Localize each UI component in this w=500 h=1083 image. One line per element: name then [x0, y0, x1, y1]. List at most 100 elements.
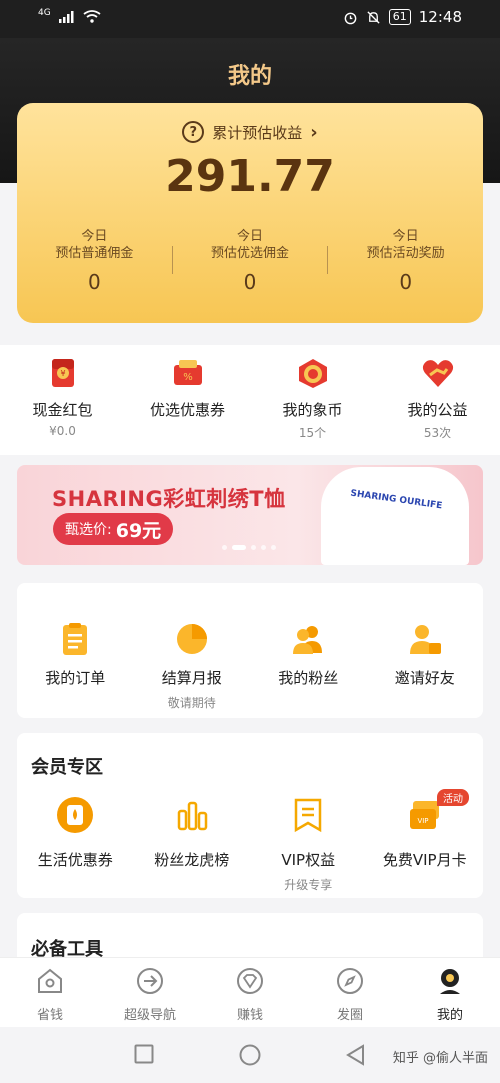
earnings-label-row[interactable]: ? 累计预估收益 › [17, 121, 483, 143]
bottom-tab-bar: 省钱 超级导航 赚钱 发圈 我的 [0, 957, 500, 1027]
tab-post[interactable]: 发圈 [300, 958, 400, 1027]
earnings-columns: 今日 预估普通佣金 0 今日 预估优选佣金 0 今日 预估活动奖励 0 [17, 228, 483, 294]
mute-bell-icon [367, 10, 380, 24]
page-title: 我的 [227, 64, 272, 89]
member-label: VIP权益 [281, 851, 336, 869]
orders-label: 邀请好友 [394, 669, 455, 687]
battery-indicator: 61 [388, 9, 411, 25]
home-icon [38, 968, 62, 993]
question-icon[interactable]: ? [182, 121, 205, 143]
vip-bookmark-icon [295, 798, 322, 833]
member-item-vip-rights[interactable]: VIP权益 升级专享 [250, 795, 367, 893]
signal-icon [58, 10, 74, 23]
activity-badge: 活动 [437, 789, 469, 806]
earnings-col-day: 今日 [237, 229, 264, 244]
tab-label: 我的 [436, 1008, 463, 1023]
tab-mine[interactable]: 我的 [400, 958, 500, 1027]
back-triangle-icon[interactable] [345, 1044, 365, 1066]
tab-label: 省钱 [36, 1008, 63, 1023]
tab-save-money[interactable]: 省钱 [0, 958, 100, 1027]
tab-label: 超级导航 [123, 1008, 176, 1023]
fans-icon [293, 626, 323, 654]
carousel-dots [222, 545, 276, 550]
member-item-life-coupon[interactable]: 生活优惠券 [17, 795, 134, 893]
orders-item-monthly-report[interactable]: 结算月报 敬请期待 [134, 583, 251, 718]
earnings-col-label: 预估优选佣金 [211, 246, 290, 261]
orders-section: 我的订单 结算月报 敬请期待 我的粉丝 邀请好友 [17, 583, 483, 718]
carousel-dot[interactable] [261, 545, 266, 550]
banner-title: SHARING彩虹刺绣T恤 [52, 487, 286, 511]
price-pill: 甄选价: 69元 [53, 513, 174, 545]
red-envelope-icon: ¥ [51, 359, 74, 387]
wallet-sub: 15个 [298, 426, 327, 440]
member-item-ranking[interactable]: 粉丝龙虎榜 [134, 795, 251, 893]
member-label: 免费VIP月卡 [382, 851, 467, 869]
tools-section: 必备工具 [17, 913, 483, 963]
member-section: 会员专区 生活优惠券 粉丝龙虎榜 VIP权益 升级专享 活动 VIP 免费VIP… [17, 733, 483, 898]
network-type: 4G [38, 7, 51, 18]
ranking-bars-icon [177, 801, 207, 831]
price-label: 甄选价: [65, 522, 112, 538]
price-value: 69元 [115, 519, 162, 542]
earnings-col-preferred: 今日 预估优选佣金 0 [173, 228, 328, 294]
orders-label: 结算月报 [161, 669, 222, 687]
wallet-label: 优选优惠券 [149, 401, 225, 419]
carousel-dot[interactable] [222, 545, 227, 550]
watermark: 知乎 @偷人半面 [392, 1051, 488, 1066]
earnings-card[interactable]: ? 累计预估收益 › 291.77 今日 预估普通佣金 0 今日 预估优选佣金 … [17, 103, 483, 323]
recent-apps-icon[interactable] [134, 1044, 154, 1064]
chevron-right-icon: › [310, 121, 318, 143]
profile-avatar-icon [440, 969, 460, 994]
member-item-vip-card[interactable]: 活动 VIP 免费VIP月卡 [367, 789, 484, 893]
wallet-item-cash[interactable]: ¥ 现金红包 ¥0.0 [0, 345, 125, 455]
order-list-icon [63, 623, 88, 655]
wifi-icon [83, 10, 101, 23]
wallet-item-coins[interactable]: 我的象币 15个 [250, 345, 375, 455]
elephant-coin-icon [298, 359, 327, 388]
earnings-col-label: 预估普通佣金 [55, 246, 134, 261]
earnings-col-value: 0 [243, 270, 257, 294]
clock: 12:48 [418, 8, 462, 26]
status-bar: 4G 61 12:48 [0, 0, 500, 38]
carousel-dot[interactable] [251, 545, 256, 550]
alarm-icon [344, 12, 357, 24]
promo-banner[interactable]: SHARING OURLIFE SHARING彩虹刺绣T恤 甄选价: 69元 [17, 465, 483, 565]
svg-text:%: % [183, 372, 193, 383]
wallet-item-coupon[interactable]: % 优选优惠券 [125, 345, 250, 455]
home-circle-icon[interactable] [239, 1044, 261, 1066]
compass-icon [337, 968, 363, 994]
orders-sub: 敬请期待 [167, 696, 216, 710]
charity-heart-icon [422, 360, 453, 387]
earnings-total: 291.77 [165, 151, 335, 202]
earnings-col-normal: 今日 预估普通佣金 0 [17, 228, 172, 294]
wallet-label: 我的公益 [407, 401, 468, 419]
wallet-sub: ¥0.0 [49, 424, 76, 438]
tshirt-image [321, 467, 469, 565]
coupon-icon: % [173, 360, 202, 385]
earnings-col-value: 0 [87, 270, 101, 294]
earnings-col-activity: 今日 预估活动奖励 0 [328, 228, 483, 294]
wallet-item-charity[interactable]: 我的公益 53次 [375, 345, 500, 455]
pie-chart-icon [176, 624, 207, 654]
diamond-icon [237, 968, 263, 994]
earnings-label: 累计预估收益 [212, 123, 303, 142]
orders-label: 我的订单 [45, 669, 106, 687]
orders-item-my-orders[interactable]: 我的订单 [17, 583, 134, 718]
member-sub: 升级专享 [284, 878, 333, 892]
orders-item-fans[interactable]: 我的粉丝 [250, 583, 367, 718]
wallet-label: 我的象币 [282, 401, 343, 419]
tab-earn-money[interactable]: 赚钱 [200, 958, 300, 1027]
life-coupon-icon [57, 797, 94, 833]
wallet-row: ¥ 现金红包 ¥0.0 % 优选优惠券 我的象币 15个 我的公益 53次 [0, 345, 500, 455]
wallet-label: 现金红包 [32, 401, 93, 419]
earnings-col-day: 今日 [81, 229, 108, 244]
carousel-dot-active[interactable] [232, 545, 246, 550]
earnings-col-value: 0 [399, 270, 413, 294]
orders-item-invite[interactable]: 邀请好友 [367, 583, 484, 718]
wallet-sub: 53次 [423, 426, 452, 440]
carousel-dot[interactable] [271, 545, 276, 550]
navigation-arrow-icon [137, 968, 163, 994]
svg-text:¥: ¥ [60, 369, 65, 378]
system-nav-bar: 知乎 @偷人半面 [0, 1027, 500, 1083]
tab-super-nav[interactable]: 超级导航 [100, 958, 200, 1027]
